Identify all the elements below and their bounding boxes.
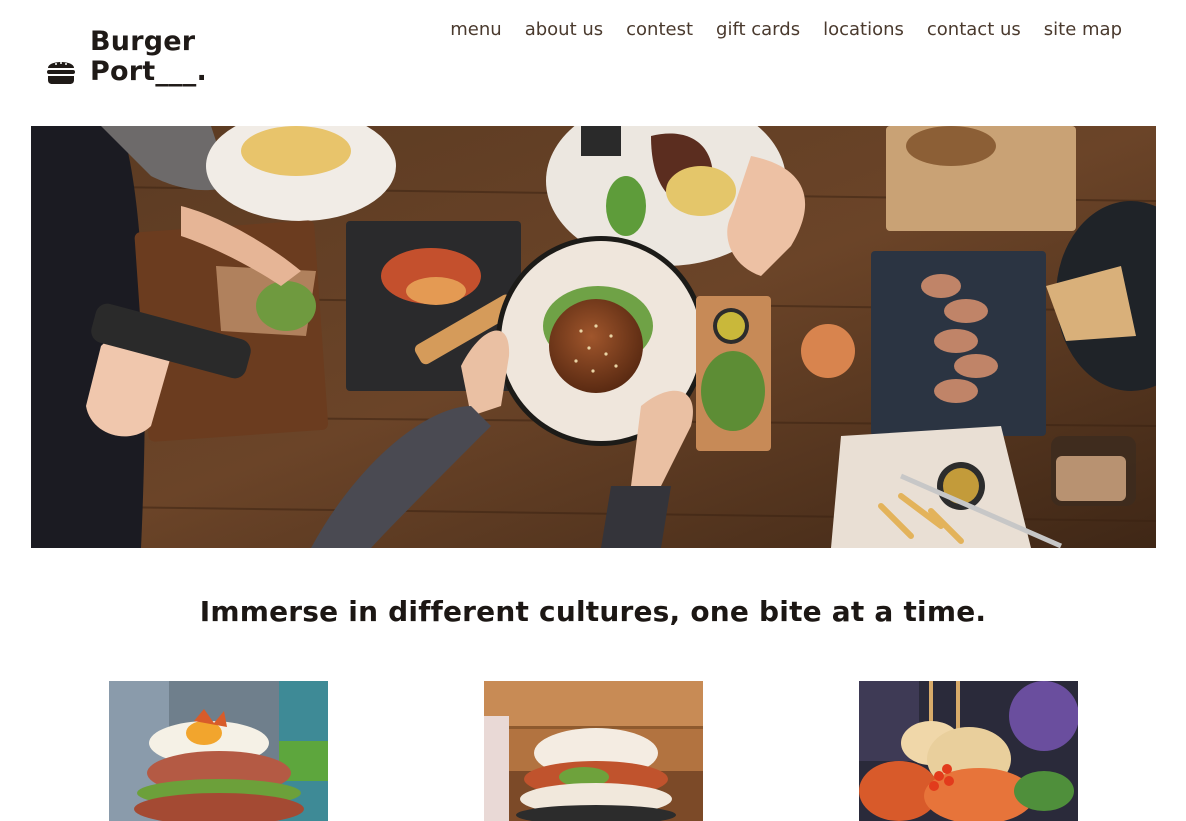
- nav-item-site-map[interactable]: site map: [1044, 17, 1122, 43]
- brand-logo[interactable]: Burger Port___.: [46, 27, 207, 87]
- brand-name-line2: Port___.: [90, 56, 207, 87]
- nav-item-contact-us[interactable]: contact us: [927, 17, 1021, 43]
- brand-name: Burger Port___.: [90, 27, 207, 87]
- feature-image-2[interactable]: [484, 681, 703, 821]
- nav-item-contest[interactable]: contest: [626, 17, 693, 43]
- nav-item-menu[interactable]: menu: [450, 17, 501, 43]
- nav-item-gift-cards[interactable]: gift cards: [716, 17, 800, 43]
- feature-image-3[interactable]: [859, 681, 1078, 821]
- feature-image-1[interactable]: [109, 681, 328, 821]
- brand-name-line1: Burger: [90, 26, 196, 57]
- hero-image: [31, 126, 1156, 548]
- burger-icon: [47, 62, 75, 84]
- nav-item-locations[interactable]: locations: [823, 17, 904, 43]
- main-nav: menu about us contest gift cards locatio…: [450, 17, 1122, 43]
- nav-item-about-us[interactable]: about us: [525, 17, 603, 43]
- tagline: Immerse in different cultures, one bite …: [199, 595, 987, 628]
